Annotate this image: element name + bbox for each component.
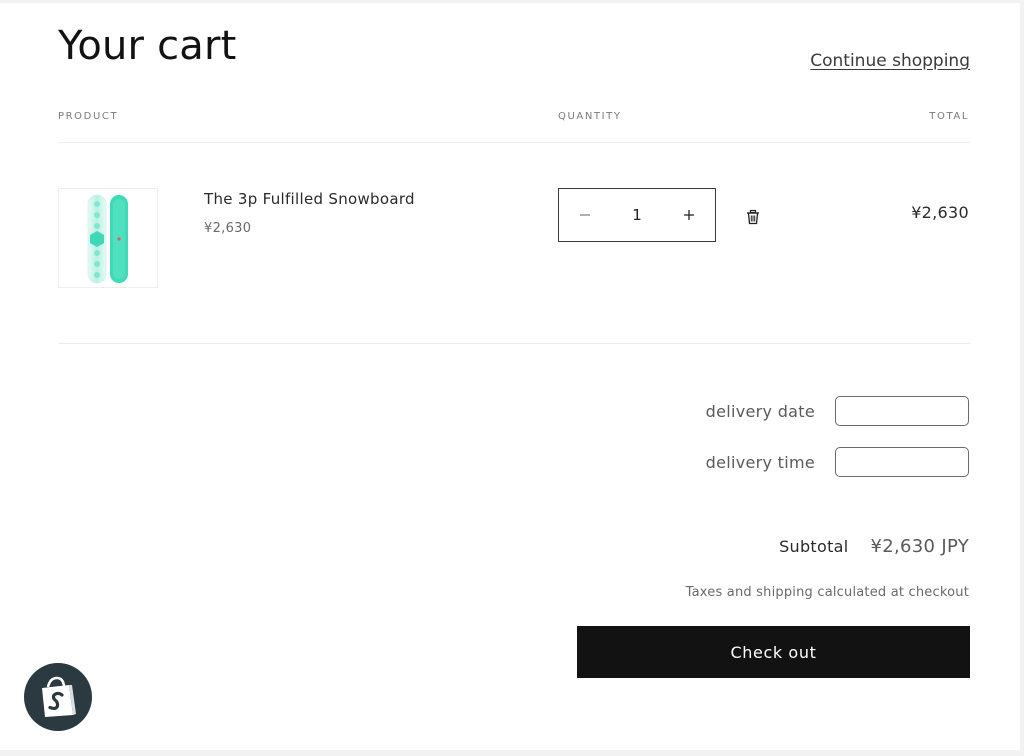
column-header-product: PRODUCT	[58, 111, 119, 122]
product-name[interactable]: The 3p Fulfilled Snowboard	[204, 190, 415, 208]
delivery-date-row: delivery date	[706, 396, 969, 426]
subtotal-label: Subtotal	[779, 537, 849, 556]
subtotal-value: ¥2,630 JPY	[870, 536, 969, 557]
subtotal-row: Subtotal ¥2,630 JPY	[779, 536, 969, 557]
decrease-quantity-button[interactable]	[559, 189, 611, 241]
snowboard-image	[87, 194, 128, 284]
items-divider	[58, 343, 970, 344]
quantity-stepper: 1	[558, 188, 716, 242]
delivery-time-input[interactable]	[835, 447, 969, 477]
minus-icon	[580, 214, 590, 216]
trash-icon	[747, 209, 759, 225]
column-header-quantity: QUANTITY	[558, 111, 622, 122]
taxes-note: Taxes and shipping calculated at checkou…	[685, 585, 969, 600]
cart-page: Your cart Continue shopping PRODUCT QUAN…	[0, 3, 1020, 750]
continue-shopping-link[interactable]: Continue shopping	[810, 51, 970, 71]
increase-quantity-button[interactable]	[663, 189, 715, 241]
delivery-time-label: delivery time	[705, 452, 815, 472]
delivery-time-row: delivery time	[706, 447, 969, 477]
shopify-bag-icon	[42, 676, 76, 717]
header-divider	[58, 142, 970, 143]
checkout-button[interactable]: Check out	[577, 626, 970, 678]
column-header-total: TOTAL	[929, 111, 969, 122]
delivery-date-label: delivery date	[705, 401, 815, 421]
line-item-total: ¥2,630	[911, 203, 969, 222]
product-unit-price: ¥2,630	[204, 221, 252, 236]
product-thumbnail[interactable]	[58, 188, 158, 288]
remove-item-button[interactable]	[745, 209, 761, 225]
quantity-input[interactable]: 1	[611, 206, 663, 224]
plus-icon	[684, 210, 694, 220]
delivery-date-input[interactable]	[835, 396, 969, 426]
page-title: Your cart	[58, 23, 237, 69]
shopify-badge-button[interactable]	[24, 663, 92, 731]
